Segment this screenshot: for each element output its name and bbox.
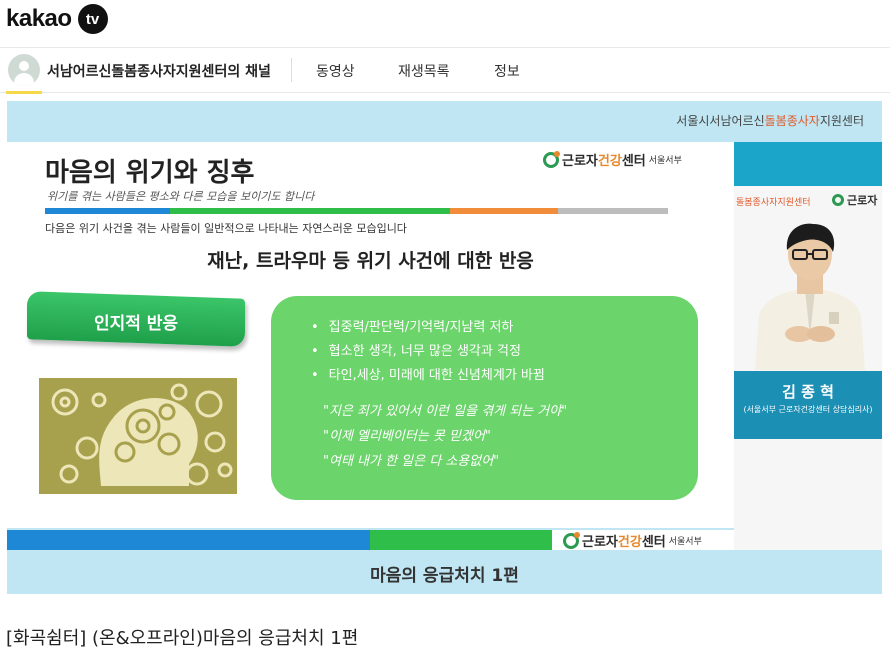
worker-health-center-logo-bottom: 근로자 건강 센터 서울서부: [563, 531, 702, 550]
badge-region: 서울서부: [648, 156, 682, 166]
badge-highlight: 건강: [597, 154, 622, 169]
channel-name[interactable]: 서남어르신돌봄종사자지원센터의 채널: [47, 61, 271, 81]
bottom-color-bars: 근로자 건강 센터 서울서부: [7, 530, 734, 550]
avatar-head-shape: [19, 61, 29, 71]
caption-strip: 마음의 응급처치 1편: [7, 550, 882, 594]
badge-highlight: 건강: [617, 535, 642, 550]
speaker-org-right: 근로자: [847, 194, 878, 207]
video-title: [화곡쉼터] (온&오프라인)마음의 응급처치 1편: [6, 628, 359, 649]
quote-item: "지은 죄가 있어서 이런 일을 겪게 되는 거야": [323, 404, 568, 419]
strip-text-highlight: 돌봄종사자: [764, 114, 820, 128]
channel-avatar[interactable]: [8, 54, 40, 86]
center-ring-icon: [563, 531, 580, 549]
speaker-title: (서울서부 근로자건강센터 상담심리사): [743, 405, 873, 414]
color-bar-orange: [450, 208, 558, 214]
center-name-text: 서울시서남어르신돌봄종사자지원센터: [676, 112, 864, 129]
slide-subtitle: 위기를 겪는 사람들은 평소와 다른 모습을 보이기도 합니다: [47, 190, 315, 203]
speaker-name: 김 종 혁: [782, 383, 834, 401]
speaker-card: 김 종 혁 (서울서부 근로자건강센터 상담심리사): [734, 371, 882, 439]
badge-post: 센터: [621, 154, 646, 169]
badge-pre: 근로자: [582, 535, 618, 550]
slide-heading: 재난, 트라우마 등 위기 사건에 대한 반응: [207, 250, 534, 272]
brain-gears-icon: [39, 378, 237, 494]
color-bar-blue: [45, 208, 170, 214]
tab-videos[interactable]: 동영상: [316, 61, 355, 81]
logo-text: kakao: [6, 5, 72, 32]
reaction-panel: 집중력/판단력/기억력/지남력 저하 협소한 생각, 너무 많은 생각과 걱정 …: [271, 296, 698, 500]
list-item: 집중력/판단력/기억력/지남력 저하: [311, 316, 545, 340]
tab-playlists[interactable]: 재생목록: [398, 61, 450, 81]
quote-list: "지은 죄가 있어서 이런 일을 겪게 되는 거야" "이제 엘리베이터는 못 …: [323, 399, 567, 474]
bottom-bar-green: [370, 530, 552, 550]
presentation-slide: 마음의 위기와 징후 위기를 겪는 사람들은 평소와 다른 모습을 보이기도 합…: [7, 142, 734, 528]
brain-gears-illustration: [39, 378, 237, 494]
list-item: 타인,세상, 미래에 대한 신념체계가 바뀜: [311, 364, 545, 388]
reaction-list: 집중력/판단력/기억력/지남력 저하 협소한 생각, 너무 많은 생각과 걱정 …: [311, 316, 545, 388]
color-bar-green-2: [310, 208, 450, 214]
speaker-org-right-wrap: 근로자: [832, 192, 877, 208]
bottom-bar-blue: [7, 530, 370, 550]
quote-item: "이제 엘리베이터는 못 믿겠어": [323, 429, 491, 444]
center-ring-icon: [832, 194, 844, 206]
badge-region: 서울서부: [668, 537, 702, 547]
video-player[interactable]: 서울시서남어르신돌봄종사자지원센터 마음의 위기와 징후 위기를 겪는 사람들은…: [7, 101, 882, 594]
active-indicator: [6, 91, 42, 94]
nav-divider: [291, 58, 292, 82]
color-bar-gray: [558, 208, 668, 214]
speaker-portrait: [755, 223, 865, 370]
strip-text-post: 지원센터: [819, 114, 864, 128]
kakao-tv-logo[interactable]: kakao tv: [6, 4, 108, 34]
tv-badge-icon: tv: [77, 4, 108, 34]
color-bar-green: [170, 208, 310, 214]
worker-health-center-logo: 근로자 건강 센터 서울서부: [543, 150, 682, 169]
category-label: 인지적 반응: [93, 314, 179, 334]
video-top-strip: 서울시서남어르신돌봄종사자지원센터: [7, 101, 882, 141]
speaker-org-left: 돌봄종사자지원센터: [736, 198, 811, 208]
top-bar: kakao tv: [0, 0, 890, 44]
channel-bar: 서남어르신돌봄종사자지원센터의 채널 동영상 재생목록 정보: [0, 47, 890, 94]
quote-item: "여태 내가 한 일은 다 소용없어": [323, 454, 500, 469]
badge-post: 센터: [641, 535, 666, 550]
center-ring-icon: [543, 150, 560, 168]
tab-info[interactable]: 정보: [494, 61, 520, 81]
list-item: 협소한 생각, 너무 많은 생각과 걱정: [311, 340, 545, 364]
badge-pre: 근로자: [562, 154, 598, 169]
video-caption: 마음의 응급처치 1편: [370, 566, 519, 586]
strip-text-pre: 서울시서남어르신: [676, 114, 765, 128]
slide-description: 다음은 위기 사건을 겪는 사람들이 일반적으로 나타내는 자연스러운 모습입니…: [45, 222, 407, 235]
slide-title: 마음의 위기와 징후: [45, 158, 255, 188]
avatar-body-shape: [14, 73, 34, 86]
speaker-header-band: [734, 142, 882, 186]
